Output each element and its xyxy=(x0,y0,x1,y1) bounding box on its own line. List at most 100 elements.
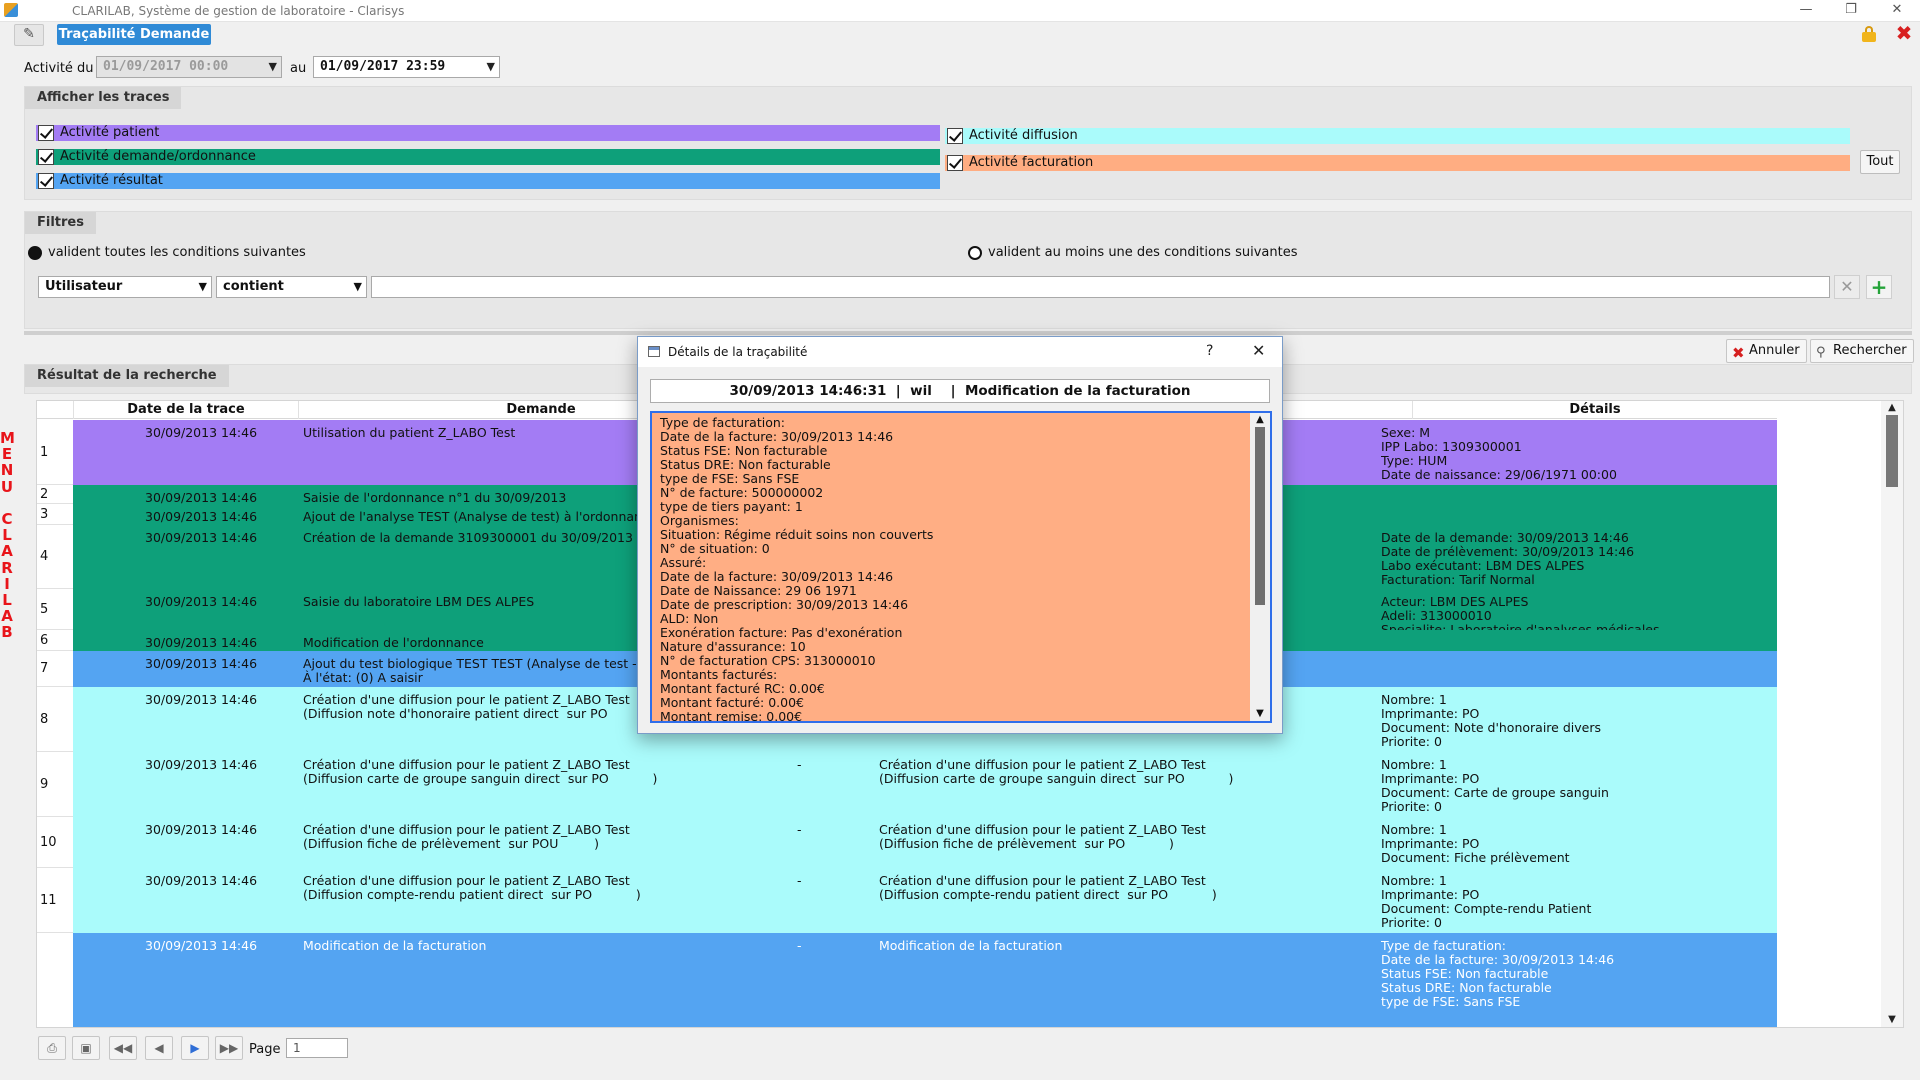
close-window-button[interactable]: ✕ xyxy=(1874,0,1920,22)
restore-button[interactable]: ❐ xyxy=(1828,0,1874,22)
cell-separator: - xyxy=(797,823,802,837)
row-number: 1 xyxy=(37,420,73,485)
side-menu-letter: A xyxy=(1,607,13,626)
results-header: Résultat de la recherche xyxy=(25,365,229,387)
grid-scrollbar[interactable]: ▲ ▼ xyxy=(1881,401,1903,1027)
first-page-icon[interactable]: ◀◀ xyxy=(109,1036,137,1060)
cell-action: Création d'une diffusion pour le patient… xyxy=(879,874,1217,902)
filter-value-input[interactable] xyxy=(371,276,1830,298)
cell-date: 30/09/2013 14:46 xyxy=(145,657,258,671)
scroll-thumb[interactable] xyxy=(1255,427,1265,605)
table-row[interactable]: 30/09/2013 14:46 Création d'une diffusion… xyxy=(73,752,1777,817)
print-icon[interactable]: ⎙ xyxy=(38,1036,66,1060)
select-all-button[interactable]: Tout xyxy=(1860,150,1900,174)
chevron-down-icon[interactable]: ▼ xyxy=(199,277,207,297)
column-date[interactable]: Date de la trace xyxy=(73,401,298,419)
next-page-icon[interactable]: ▶ xyxy=(181,1036,209,1060)
table-row[interactable]: 30/09/2013 14:46 Création d'une diffusion… xyxy=(73,868,1777,933)
chevron-down-icon[interactable]: ▼ xyxy=(269,57,277,77)
scroll-down-icon[interactable]: ▼ xyxy=(1250,707,1270,721)
cell-details xyxy=(1381,510,1741,525)
page-number-input[interactable]: 1 xyxy=(286,1038,348,1058)
chevron-down-icon[interactable]: ▼ xyxy=(354,277,362,297)
clear-filter-icon[interactable]: ✕ xyxy=(1834,275,1860,299)
add-filter-icon[interactable]: + xyxy=(1866,275,1892,299)
table-row[interactable]: 30/09/2013 14:46 Création d'une diffusion… xyxy=(73,817,1777,868)
checkbox-checked-icon[interactable] xyxy=(947,155,963,171)
cell-details: Nombre: 1 Imprimante: PO Document: Compt… xyxy=(1381,874,1592,930)
cell-details: Nombre: 1 Imprimante: PO Document: Note … xyxy=(1381,693,1601,749)
scroll-up-icon[interactable]: ▲ xyxy=(1250,413,1270,427)
row-number: 11 xyxy=(37,868,73,933)
dialog-scrollbar[interactable]: ▲ ▼ xyxy=(1250,413,1270,721)
radio-unselected-icon[interactable] xyxy=(968,246,982,260)
checkbox-checked-icon[interactable] xyxy=(38,173,54,189)
chevron-down-icon[interactable]: ▼ xyxy=(487,57,495,77)
radio-all-conditions[interactable]: valident toutes les conditions suivantes xyxy=(28,246,306,260)
cancel-icon: ✖ xyxy=(1732,344,1745,362)
previous-page-icon[interactable]: ◀ xyxy=(145,1036,173,1060)
dialog-titlebar: Détails de la traçabilité ? ✕ xyxy=(638,337,1282,367)
cancel-button[interactable]: ✖ Annuler xyxy=(1726,339,1807,363)
table-row[interactable]: 30/09/2013 14:46 Modification de la factu… xyxy=(73,933,1777,1027)
cell-date: 30/09/2013 14:46 xyxy=(145,939,258,953)
row-number: 2 xyxy=(37,485,73,504)
export-icon[interactable]: ▣ xyxy=(72,1036,100,1060)
trace-activity-facturation[interactable]: Activité facturation xyxy=(945,155,1850,171)
tracability-details-dialog: Détails de la traçabilité ? ✕ 30/09/2013… xyxy=(637,336,1283,734)
filter-field-select[interactable]: Utilisateur ▼ xyxy=(38,276,212,298)
dialog-title: Détails de la traçabilité xyxy=(668,345,808,359)
dialog-header: 30/09/2013 14:46:31 | wil | Modification… xyxy=(650,379,1270,403)
cell-action: Modification de la facturation xyxy=(879,939,1063,953)
help-icon[interactable]: ? xyxy=(1206,343,1213,359)
minimize-button[interactable]: — xyxy=(1783,0,1829,22)
row-number: 10 xyxy=(37,817,73,868)
row-number: 5 xyxy=(37,589,73,630)
filter-operator-select[interactable]: contient ▼ xyxy=(216,276,367,298)
window-icon xyxy=(648,346,660,357)
activity-from-label: Activité du xyxy=(24,61,94,76)
side-menu-letter xyxy=(0,495,14,511)
cell-date: 30/09/2013 14:46 xyxy=(145,874,258,888)
radio-any-condition[interactable]: valident au moins une des conditions sui… xyxy=(968,246,1297,260)
checkbox-checked-icon[interactable] xyxy=(38,125,54,141)
trace-activity-demande[interactable]: Activité demande/ordonnance xyxy=(36,149,940,165)
radio-selected-icon[interactable] xyxy=(28,246,42,260)
tab-tracabilite-demande[interactable]: Traçabilité Demande xyxy=(57,24,211,45)
checkbox-checked-icon[interactable] xyxy=(947,128,963,144)
search-button[interactable]: ⚲ Rechercher xyxy=(1810,339,1914,363)
side-menu-letter: L xyxy=(2,526,12,545)
cell-separator: - xyxy=(797,874,802,888)
activity-to-date[interactable]: 01/09/2017 23:59 ▼ xyxy=(313,56,500,78)
trace-activity-resultat[interactable]: Activité résultat xyxy=(36,173,940,189)
lock-icon[interactable] xyxy=(1862,26,1876,42)
scroll-thumb[interactable] xyxy=(1886,415,1898,487)
last-page-icon[interactable]: ▶▶ xyxy=(215,1036,243,1060)
cell-details: Sexe: M IPP Labo: 1309300001 Type: HUM D… xyxy=(1381,426,1617,482)
side-menu-letter: C xyxy=(1,509,13,528)
cell-details xyxy=(1381,657,1741,687)
paperclip-icon[interactable]: ✎ xyxy=(14,24,44,46)
row-number xyxy=(37,933,73,1027)
filters-header: Filtres xyxy=(25,212,96,234)
traces-header: Afficher les traces xyxy=(25,87,182,109)
dialog-close-icon[interactable]: ✕ xyxy=(1252,341,1265,360)
column-details[interactable]: Détails xyxy=(1412,401,1777,419)
scroll-down-icon[interactable]: ▼ xyxy=(1881,1013,1903,1027)
side-menu-letter: A xyxy=(1,542,13,561)
cell-separator: - xyxy=(797,939,802,953)
cell-date: 30/09/2013 14:46 xyxy=(145,693,258,707)
cell-demande: Modification de la facturation xyxy=(303,939,487,953)
checkbox-checked-icon[interactable] xyxy=(38,149,54,165)
scroll-up-icon[interactable]: ▲ xyxy=(1881,401,1903,415)
cell-date: 30/09/2013 14:46 xyxy=(145,758,258,772)
side-menu-clarilab[interactable]: MENUCLARILAB xyxy=(0,430,15,641)
close-module-icon[interactable]: ✖ xyxy=(1893,22,1915,44)
module-strip xyxy=(0,22,1920,48)
trace-activity-patient[interactable]: Activité patient xyxy=(36,125,940,141)
window-titlebar: CLARILAB, Système de gestion de laborato… xyxy=(0,0,1920,22)
trace-activity-diffusion[interactable]: Activité diffusion xyxy=(945,128,1850,144)
cell-date: 30/09/2013 14:46 xyxy=(145,531,258,545)
activity-from-date[interactable]: 01/09/2017 00:00 ▼ xyxy=(96,56,282,78)
row-number: 4 xyxy=(37,525,73,589)
